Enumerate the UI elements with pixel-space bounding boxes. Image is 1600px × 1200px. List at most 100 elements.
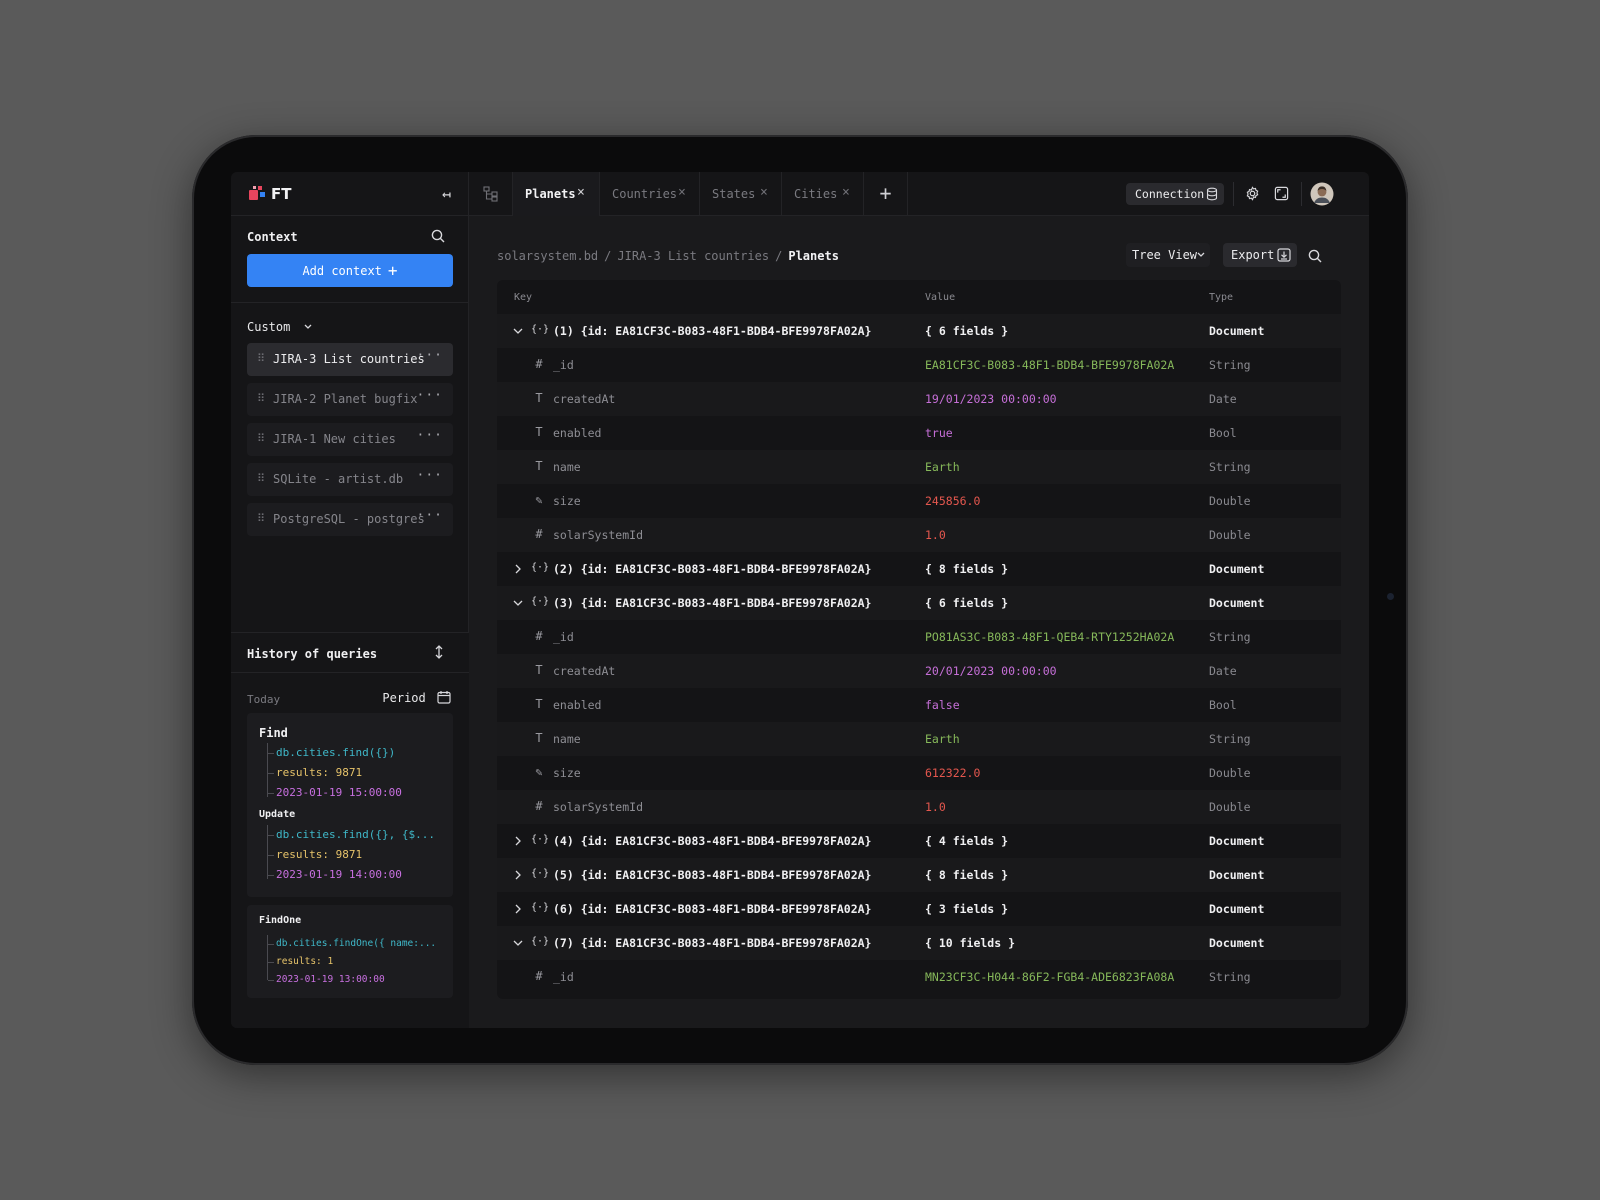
history-query[interactable]: db.cities.find({}) [268, 743, 438, 763]
tab-label: States [712, 187, 756, 201]
tab-cities[interactable]: Cities × [782, 172, 864, 216]
row-value: 1.0 [925, 528, 946, 542]
row-key: (6) {id: EA81CF3C-B083-48F1-BDB4-BFE9978… [553, 902, 872, 916]
close-tab-icon[interactable]: × [760, 185, 768, 200]
row-key: enabled [553, 698, 602, 712]
drag-handle-icon[interactable]: ⠿ [257, 432, 265, 445]
drag-handle-icon[interactable]: ⠿ [257, 512, 265, 525]
breadcrumb: solarsystem.bd / JIRA-3 List countries / Pla… [497, 249, 839, 263]
chevron-down-icon[interactable] [512, 935, 524, 949]
context-item-label: JIRA-3 List countries [273, 352, 425, 366]
period-button[interactable]: Period [382, 690, 451, 705]
gear-icon[interactable] [1245, 186, 1260, 205]
row-key: name [553, 460, 581, 474]
sort-icon[interactable] [434, 644, 444, 664]
history-query[interactable]: db.cities.findOne({ name:... [268, 935, 438, 953]
more-options-icon[interactable]: ··· [417, 348, 443, 363]
document-row[interactable]: {·} (1) {id: EA81CF3C-B083-48F1-BDB4-BFE9… [497, 314, 1341, 348]
close-tab-icon[interactable]: × [842, 185, 850, 200]
context-item-jira-2[interactable]: ⠿ JIRA-2 Planet bugfix ··· [247, 383, 453, 416]
search-icon[interactable] [1308, 248, 1322, 267]
document-row[interactable]: {·} (2) {id: EA81CF3C-B083-48F1-BDB4-BFE9… [497, 552, 1341, 586]
row-value: { 8 fields } [925, 868, 1009, 882]
context-item-postgresql[interactable]: ⠿ PostgreSQL - postgres ··· [247, 503, 453, 536]
context-item-jira-1[interactable]: ⠿ JIRA-1 New cities ··· [247, 423, 453, 456]
chevron-down-icon[interactable] [512, 323, 524, 337]
field-row[interactable]: # solarSystemId 1.0 Double [497, 790, 1341, 824]
user-avatar[interactable] [1310, 182, 1334, 210]
more-options-icon[interactable]: ··· [417, 388, 443, 403]
field-row[interactable]: Tenabled false Bool [497, 688, 1341, 722]
field-row[interactable]: # _id EA81CF3C-B083-48F1-BDB4-BFE9978FA02A… [497, 348, 1341, 382]
tab-planets[interactable]: Planets × [513, 172, 600, 216]
close-tab-icon[interactable]: × [577, 185, 585, 200]
document-row[interactable]: {·} (4) {id: EA81CF3C-B083-48F1-BDB4-BFE9… [497, 824, 1341, 858]
chevron-right-icon[interactable] [512, 867, 524, 881]
row-value: { 10 fields } [925, 936, 1016, 950]
row-type: Document [1209, 562, 1265, 576]
field-row[interactable]: # _id MN23CF3C-H044-86F2-FGB4-ADE6823FA08A… [497, 960, 1341, 994]
chevron-down-icon[interactable] [512, 595, 524, 609]
row-type: String [1209, 970, 1251, 984]
breadcrumb-item[interactable]: JIRA-3 List countries [617, 249, 769, 263]
document-row[interactable]: {·} (3) {id: EA81CF3C-B083-48F1-BDB4-BFE9… [497, 586, 1341, 620]
tree-view-dropdown[interactable]: Tree View [1126, 243, 1210, 267]
field-row[interactable]: ✎ size 612322.0 Double [497, 756, 1341, 790]
drag-handle-icon[interactable]: ⠿ [257, 392, 265, 405]
row-type: Double [1209, 528, 1251, 542]
tab-countries[interactable]: Countries × [600, 172, 700, 216]
add-context-label: Add context [302, 264, 382, 278]
tab-label: Planets [525, 187, 576, 201]
document-row[interactable]: {·} (7) {id: EA81CF3C-B083-48F1-BDB4-BFE9… [497, 926, 1341, 960]
history-group-title: FindOne [259, 915, 302, 926]
text-type-icon: T [535, 391, 543, 405]
field-row[interactable]: TcreatedAt 20/01/2023 00:00:00 Date [497, 654, 1341, 688]
field-row[interactable]: Tname Earth String [497, 722, 1341, 756]
more-options-icon[interactable]: ··· [417, 428, 443, 443]
field-row[interactable]: Tname Earth String [497, 450, 1341, 484]
drag-handle-icon[interactable]: ⠿ [257, 352, 265, 365]
row-type: Double [1209, 800, 1251, 814]
row-key: name [553, 732, 581, 746]
new-tab-button[interactable]: + [864, 172, 908, 216]
field-row[interactable]: # solarSystemId 1.0 Double [497, 518, 1341, 552]
field-row[interactable]: TcreatedAt 19/01/2023 00:00:00 Date [497, 382, 1341, 416]
export-button[interactable]: Export [1223, 243, 1297, 267]
history-timestamp: 2023-01-19 15:00:00 [268, 783, 438, 803]
logo-row: FT ↤ [231, 172, 469, 216]
close-tab-icon[interactable]: × [678, 185, 686, 200]
row-type: Double [1209, 494, 1251, 508]
edit-icon: ✎ [535, 765, 543, 779]
drag-handle-icon[interactable]: ⠿ [257, 472, 265, 485]
history-title: History of queries [247, 647, 378, 661]
breadcrumb-item[interactable]: solarsystem.bd [497, 249, 598, 263]
field-row[interactable]: ✎ size 245856.0 Double [497, 484, 1341, 518]
row-value: { 4 fields } [925, 834, 1009, 848]
object-icon: {·} [531, 936, 550, 947]
row-type: Date [1209, 664, 1237, 678]
context-item-jira-3[interactable]: ⠿ JIRA-3 List countries ··· [247, 343, 453, 376]
tree-toggle-button[interactable] [469, 172, 513, 216]
document-row[interactable]: {·} (5) {id: EA81CF3C-B083-48F1-BDB4-BFE9… [497, 858, 1341, 892]
collapse-sidebar-icon[interactable]: ↤ [442, 185, 451, 203]
document-row[interactable]: {·} (6) {id: EA81CF3C-B083-48F1-BDB4-BFE9… [497, 892, 1341, 926]
object-icon: {·} [531, 562, 550, 573]
field-row[interactable]: # _id PO81AS3C-B083-48F1-QEB4-RTY1252HA02A… [497, 620, 1341, 654]
tab-label: Countries [612, 187, 678, 201]
history-query[interactable]: db.cities.find({}, {$... [268, 825, 438, 845]
add-context-button[interactable]: Add context + [247, 254, 453, 287]
more-options-icon[interactable]: ··· [417, 508, 443, 523]
connection-button[interactable]: Connection [1126, 183, 1224, 205]
search-icon[interactable] [431, 228, 445, 247]
more-options-icon[interactable]: ··· [417, 468, 443, 483]
app-screen: FT ↤ Context Add context + Custom ⠿ JIRA-… [231, 172, 1369, 1028]
chevron-right-icon[interactable] [512, 901, 524, 915]
chevron-right-icon[interactable] [512, 833, 524, 847]
context-item-sqlite[interactable]: ⠿ SQLite - artist.db ··· [247, 463, 453, 496]
custom-dropdown[interactable]: Custom [247, 320, 313, 334]
fullscreen-icon[interactable] [1274, 186, 1289, 205]
chevron-right-icon[interactable] [512, 561, 524, 575]
tab-states[interactable]: States × [700, 172, 782, 216]
row-value: Earth [925, 460, 960, 474]
field-row[interactable]: Tenabled true Bool [497, 416, 1341, 450]
